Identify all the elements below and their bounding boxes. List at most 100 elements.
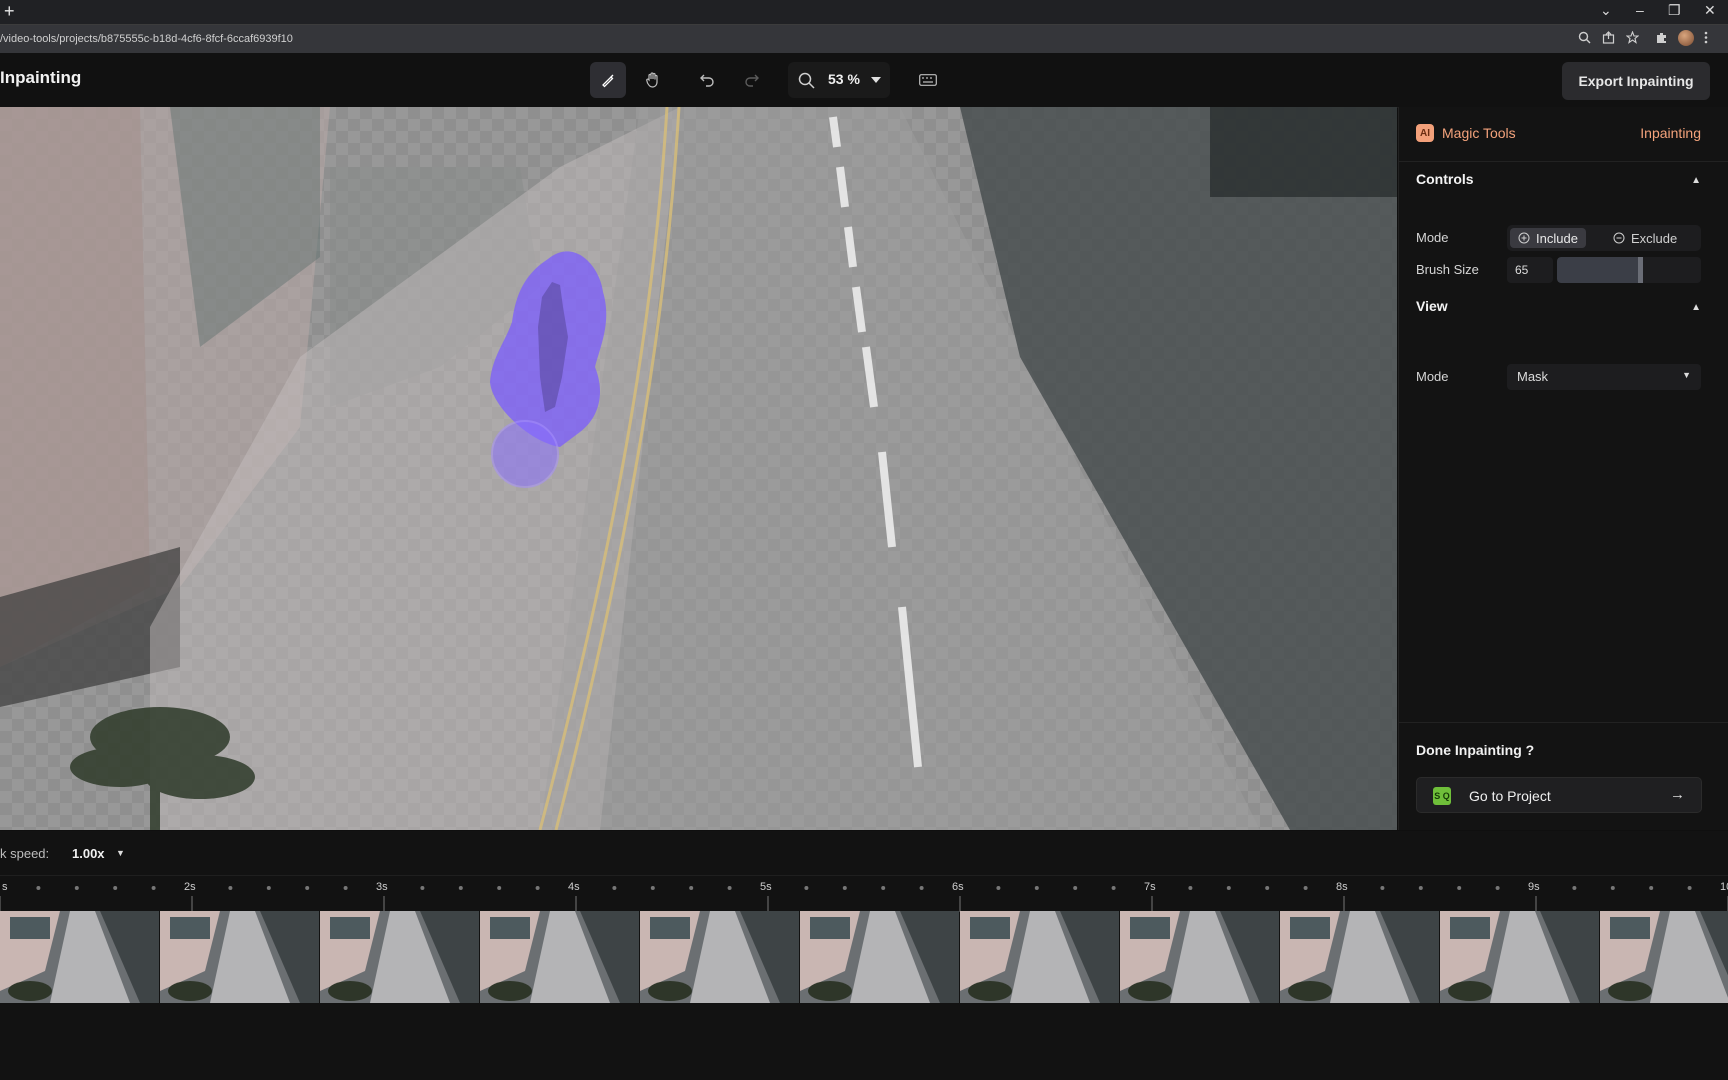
building-right-top: [1210, 107, 1397, 197]
time-label: 4s: [568, 881, 580, 893]
chevron-down-icon: ▼: [1682, 370, 1691, 380]
go-to-project-label: Go to Project: [1469, 788, 1551, 804]
frame-thumbnail: [1280, 911, 1439, 1003]
include-mode-button[interactable]: Include: [1510, 228, 1586, 248]
panel-header: AI Magic Tools Inpainting: [1399, 107, 1728, 162]
minor-tick: [881, 886, 886, 890]
app-header: Inpainting 53 % Export Inpainting: [0, 53, 1728, 108]
collapse-controls-icon[interactable]: ▲: [1691, 175, 1701, 186]
exclude-mode-button[interactable]: Exclude: [1605, 228, 1685, 248]
frame-thumbnail: [800, 911, 959, 1003]
share-icon[interactable]: [1602, 31, 1615, 47]
close-window-button[interactable]: ✕: [1704, 2, 1716, 19]
pan-tool-button[interactable]: [635, 62, 671, 98]
plus-circle-icon: [1518, 232, 1530, 244]
frame-thumbnail: [320, 911, 479, 1003]
minor-tick: [1226, 886, 1231, 890]
brush-size-input[interactable]: 65: [1507, 257, 1553, 283]
minor-tick: [535, 886, 540, 890]
project-icon: S Q: [1433, 787, 1451, 805]
include-label: Include: [1536, 230, 1578, 246]
minor-tick: [458, 886, 463, 890]
minor-tick: [727, 886, 732, 890]
panel-divider: [1399, 722, 1728, 723]
right-panel: AI Magic Tools Inpainting Controls ▲ Mod…: [1398, 107, 1728, 830]
minor-tick: [996, 886, 1001, 890]
slider-thumb[interactable]: [1638, 257, 1644, 283]
slider-fill: [1557, 257, 1644, 283]
time-label: 10: [1720, 881, 1728, 893]
zoom-level: 53 %: [828, 71, 860, 87]
time-ruler[interactable]: s 2s 3s 4s 5s 6s 7s 8s 9s 10: [0, 875, 1728, 912]
keyboard-shortcuts-button[interactable]: [910, 62, 946, 98]
time-label: 7s: [1144, 881, 1156, 893]
brush-cursor: [491, 420, 559, 488]
minor-tick: [343, 886, 348, 890]
redo-icon: [745, 74, 759, 87]
extensions-icon[interactable]: [1655, 31, 1668, 47]
frame-strip[interactable]: [0, 911, 1728, 1003]
video-frame: [0, 107, 1397, 830]
controls-section-title: Controls: [1416, 171, 1474, 187]
mode-label: Mode: [1416, 230, 1449, 245]
view-mode-label: Mode: [1416, 369, 1449, 384]
frame-thumbnail: [160, 911, 319, 1003]
undo-button[interactable]: [689, 62, 725, 98]
keyboard-icon: [919, 74, 937, 86]
minor-tick: [1495, 886, 1500, 890]
minimize-button[interactable]: –: [1636, 2, 1644, 18]
frame-thumbnail: [1600, 911, 1728, 1003]
active-tool-label: Inpainting: [1640, 125, 1701, 141]
minor-tick: [1265, 886, 1270, 890]
time-label: s: [2, 881, 8, 893]
undo-icon: [700, 74, 714, 87]
minor-tick: [151, 886, 156, 890]
new-tab-button[interactable]: +: [4, 1, 15, 22]
redo-button[interactable]: [734, 62, 770, 98]
brush-size-slider[interactable]: [1557, 257, 1701, 283]
minor-tick: [1073, 886, 1078, 890]
minor-tick: [305, 886, 310, 890]
frame-thumbnail: [0, 911, 159, 1003]
tab-search-icon[interactable]: ⌄: [1600, 2, 1612, 19]
zoom-control[interactable]: 53 %: [788, 62, 890, 98]
profile-avatar[interactable]: [1678, 30, 1694, 46]
time-label: 5s: [760, 881, 772, 893]
magic-tools-link[interactable]: Magic Tools: [1442, 125, 1516, 141]
playback-speed-value[interactable]: 1.00x: [72, 846, 105, 861]
minor-tick: [612, 886, 617, 890]
export-inpainting-button[interactable]: Export Inpainting: [1562, 62, 1710, 100]
minor-tick: [1380, 886, 1385, 890]
minor-tick: [1303, 886, 1308, 890]
minor-tick: [1111, 886, 1116, 890]
go-to-project-button[interactable]: S Q Go to Project →: [1416, 777, 1702, 813]
view-mode-select[interactable]: Mask ▼: [1507, 364, 1701, 390]
minor-tick: [650, 886, 655, 890]
zoom-search-icon: [798, 72, 815, 89]
collapse-view-icon[interactable]: ▲: [1691, 302, 1701, 313]
minor-tick: [266, 886, 271, 890]
minor-tick: [804, 886, 809, 890]
video-canvas[interactable]: [0, 107, 1397, 830]
view-mode-value: Mask: [1517, 369, 1549, 384]
page-title: Inpainting: [0, 68, 82, 87]
browser-tab-strip: + ⌄ – ❐ ✕: [0, 0, 1728, 24]
done-inpainting-title: Done Inpainting ?: [1416, 742, 1535, 758]
minor-tick: [36, 886, 41, 890]
minor-tick: [689, 886, 694, 890]
frame-thumbnail: [480, 911, 639, 1003]
frame-thumbnail: [960, 911, 1119, 1003]
bookmark-star-icon[interactable]: [1625, 30, 1640, 47]
time-label: 2s: [184, 881, 196, 893]
zoom-icon[interactable]: [1578, 31, 1591, 47]
url-text[interactable]: /video-tools/projects/b875555c-b18d-4cf6…: [0, 33, 293, 45]
brush-tool-button[interactable]: [590, 62, 626, 98]
speed-chevron-down-icon[interactable]: ▼: [116, 848, 125, 858]
browser-menu-icon[interactable]: [1704, 31, 1708, 47]
frame-thumbnail: [1120, 911, 1279, 1003]
minor-tick: [74, 886, 79, 890]
address-bar[interactable]: /video-tools/projects/b875555c-b18d-4cf6…: [0, 24, 1728, 53]
arrow-right-icon: →: [1670, 786, 1685, 803]
minor-tick: [497, 886, 502, 890]
restore-button[interactable]: ❐: [1668, 2, 1681, 19]
